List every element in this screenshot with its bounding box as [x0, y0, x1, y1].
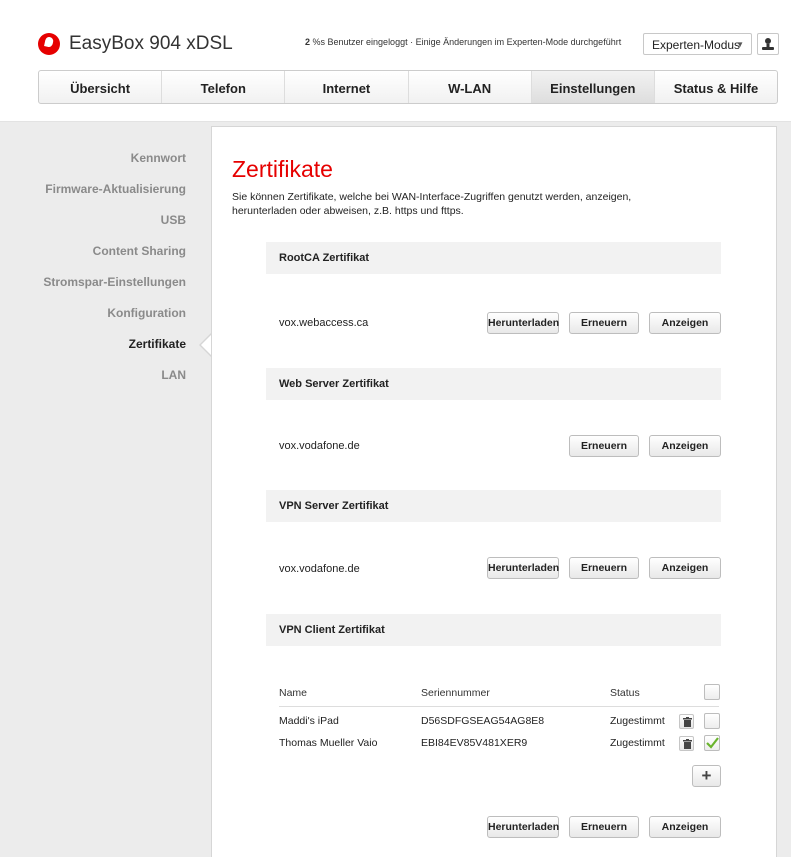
tab-wlan[interactable]: W-LAN: [409, 71, 532, 103]
chevron-down-icon: ▼: [736, 40, 744, 49]
vpnserver-show-button[interactable]: Anzeigen: [649, 557, 721, 579]
section-rootca-header: RootCA Zertifikat: [266, 242, 721, 274]
trash-icon: [683, 717, 692, 727]
webserver-show-button[interactable]: Anzeigen: [649, 435, 721, 457]
column-header-name: Name: [279, 687, 308, 699]
webserver-value: vox.vodafone.de: [279, 440, 360, 452]
sidebar-item-usb[interactable]: USB: [0, 208, 186, 239]
panel-pointer-inner: [201, 335, 211, 355]
sidebar-item-konfiguration[interactable]: Konfiguration: [0, 301, 186, 332]
delete-button-1[interactable]: [679, 714, 694, 729]
client-name-2: Thomas Mueller Vaio: [279, 737, 378, 749]
sidebar: Kennwort Firmware-Aktualisierung USB Con…: [0, 146, 186, 394]
tab-status-hilfe[interactable]: Status & Hilfe: [655, 71, 777, 103]
tab-telefon[interactable]: Telefon: [162, 71, 286, 103]
client-status-2: Zugestimmt: [610, 737, 665, 749]
user-icon: [762, 38, 774, 50]
section-vpnserver-header: VPN Server Zertifikat: [266, 490, 721, 522]
vpnclient-download-button[interactable]: Herunterladen: [487, 816, 559, 838]
rootca-show-button[interactable]: Anzeigen: [649, 312, 721, 334]
user-button[interactable]: [757, 33, 779, 55]
client-checkbox-2[interactable]: [704, 735, 720, 751]
table-divider: [279, 706, 719, 707]
webserver-renew-button[interactable]: Erneuern: [569, 435, 639, 457]
client-serial-2: EBI84EV85V481XER9: [421, 737, 528, 749]
sidebar-item-lan[interactable]: LAN: [0, 363, 186, 394]
mode-select[interactable]: Experten-Modus ▼: [643, 33, 752, 55]
tab-internet[interactable]: Internet: [285, 71, 409, 103]
sidebar-item-content-sharing[interactable]: Content Sharing: [0, 239, 186, 270]
trash-icon: [683, 739, 692, 749]
vpnclient-renew-button[interactable]: Erneuern: [569, 816, 639, 838]
select-all-checkbox[interactable]: [704, 684, 720, 700]
main-nav: Übersicht Telefon Internet W-LAN Einstel…: [38, 70, 778, 104]
login-status-text: %s Benutzer eingeloggt · Einige Änderung…: [310, 37, 622, 47]
rootca-renew-button[interactable]: Erneuern: [569, 312, 639, 334]
sidebar-item-stromspar[interactable]: Stromspar-Einstellungen: [0, 270, 186, 301]
tab-uebersicht[interactable]: Übersicht: [39, 71, 163, 103]
column-header-status: Status: [610, 687, 640, 699]
brand-title: EasyBox 904 xDSL: [69, 33, 233, 54]
checkmark-icon: [706, 737, 719, 749]
section-webserver-header: Web Server Zertifikat: [266, 368, 721, 400]
rootca-download-button[interactable]: Herunterladen: [487, 312, 559, 334]
client-name-1: Maddi's iPad: [279, 715, 339, 727]
client-checkbox-1[interactable]: [704, 713, 720, 729]
vpnclient-show-button[interactable]: Anzeigen: [649, 816, 721, 838]
login-status: 2 %s Benutzer eingeloggt · Einige Änderu…: [305, 37, 621, 47]
vpnserver-value: vox.vodafone.de: [279, 563, 360, 575]
column-header-serial: Seriennummer: [421, 687, 490, 699]
delete-button-2[interactable]: [679, 736, 694, 751]
mode-select-value: Experten-Modus: [652, 38, 741, 52]
section-vpnclient-header: VPN Client Zertifikat: [266, 614, 721, 646]
page-intro: Sie können Zertifikate, welche bei WAN-I…: [232, 191, 632, 217]
vpnserver-download-button[interactable]: Herunterladen: [487, 557, 559, 579]
client-serial-1: D56SDFGSEAG54AG8E8: [421, 715, 545, 727]
add-client-button[interactable]: +: [692, 765, 721, 787]
vpnserver-renew-button[interactable]: Erneuern: [569, 557, 639, 579]
rootca-value: vox.webaccess.ca: [279, 317, 369, 329]
sidebar-item-firmware[interactable]: Firmware-Aktualisierung: [0, 177, 186, 208]
sidebar-item-kennwort[interactable]: Kennwort: [0, 146, 186, 177]
page-title: Zertifikate: [232, 156, 333, 182]
sidebar-item-zertifikate[interactable]: Zertifikate: [0, 332, 186, 363]
client-status-1: Zugestimmt: [610, 715, 665, 727]
tab-einstellungen[interactable]: Einstellungen: [531, 71, 655, 103]
